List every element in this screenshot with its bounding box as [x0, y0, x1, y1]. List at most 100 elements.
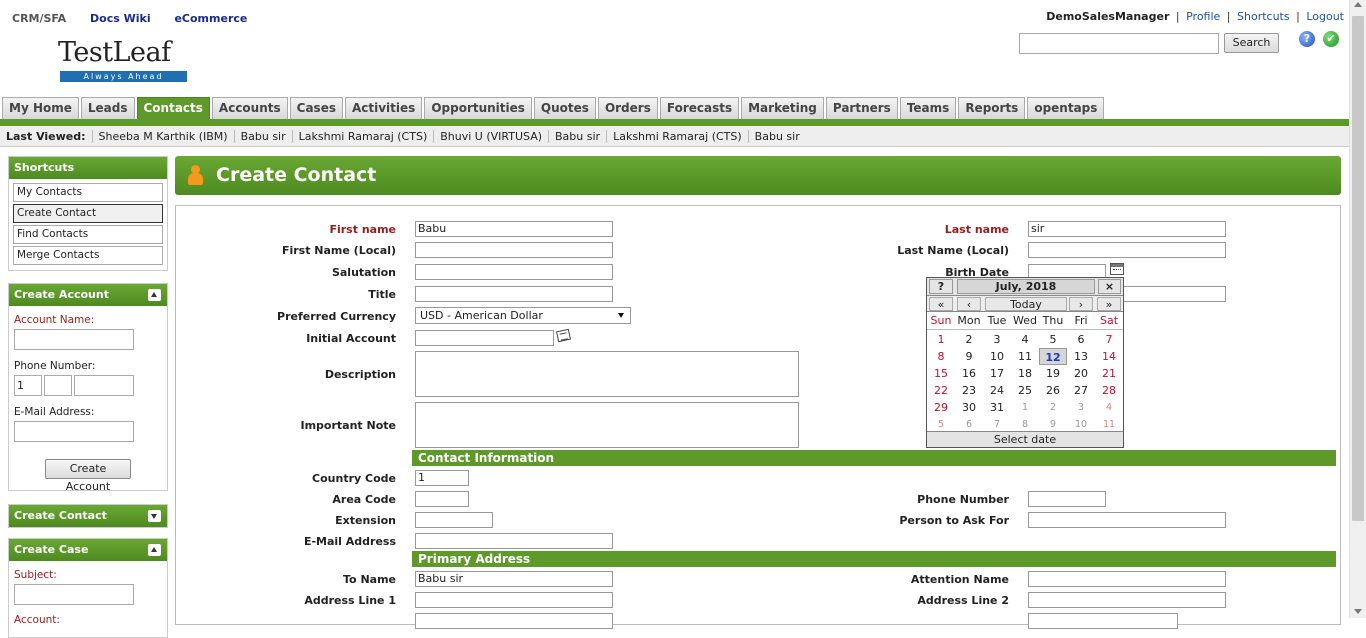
last-name-input[interactable]: sir	[1028, 221, 1226, 237]
app-name[interactable]: CRM/SFA	[12, 12, 66, 25]
calendar-day[interactable]: 2	[955, 331, 983, 348]
tab-leads[interactable]: Leads	[80, 97, 135, 119]
preferred-currency-select[interactable]: USD - American Dollar	[415, 307, 631, 324]
tab-quotes[interactable]: Quotes	[533, 97, 596, 119]
calendar-day[interactable]: 12	[1039, 348, 1067, 365]
attention-name-input[interactable]	[1028, 571, 1226, 587]
tab-reports[interactable]: Reports	[958, 97, 1026, 119]
calendar-day[interactable]: 24	[983, 382, 1011, 399]
calendar-day[interactable]: 3	[983, 331, 1011, 348]
calendar-day[interactable]: 9	[955, 348, 983, 365]
shortcut-find-contacts[interactable]: Find Contacts	[13, 225, 163, 244]
calendar-day[interactable]: 16	[955, 365, 983, 382]
shortcuts-link[interactable]: Shortcuts	[1237, 10, 1290, 23]
city-input[interactable]	[415, 613, 613, 629]
calendar-day[interactable]: 14	[1095, 348, 1123, 365]
important-note-textarea[interactable]	[415, 402, 799, 448]
phone-number-input[interactable]	[1028, 491, 1106, 507]
next-year-button[interactable]: »	[1097, 297, 1121, 311]
help-icon[interactable]: ?	[1299, 31, 1315, 47]
last-viewed-item[interactable]: Sheeba M Karthik (IBM)	[93, 129, 235, 143]
first-name-local-input[interactable]	[415, 242, 613, 258]
calendar-day[interactable]: 15	[927, 365, 955, 382]
docs-wiki-link[interactable]: Docs Wiki	[90, 12, 151, 25]
calendar-day[interactable]: 1	[927, 331, 955, 348]
tab-opentaps[interactable]: opentaps	[1027, 97, 1105, 119]
title-input[interactable]	[415, 286, 613, 302]
collapse-icon[interactable]	[148, 289, 161, 301]
to-name-input[interactable]: Babu sir	[415, 571, 613, 587]
tab-teams[interactable]: Teams	[899, 97, 957, 119]
calendar-day[interactable]: 4	[1011, 331, 1039, 348]
phone-country-input[interactable]: 1	[14, 375, 42, 396]
country-code-input[interactable]: 1	[415, 470, 469, 486]
create-account-button[interactable]: Create Account	[45, 459, 131, 493]
last-viewed-item[interactable]: Babu sir	[749, 130, 806, 143]
calendar-day[interactable]: 17	[983, 365, 1011, 382]
calendar-day[interactable]: 18	[1011, 365, 1039, 382]
tab-cases[interactable]: Cases	[289, 97, 343, 119]
next-month-button[interactable]: ›	[1069, 297, 1093, 311]
today-button[interactable]: Today	[985, 297, 1067, 311]
calendar-day-other-month[interactable]: 4	[1095, 399, 1123, 416]
calendar-help-button[interactable]: ?	[929, 279, 953, 294]
email-input[interactable]	[14, 421, 134, 442]
calendar-day-other-month[interactable]: 1	[1011, 399, 1039, 416]
address-line1-input[interactable]	[415, 592, 613, 608]
scroll-up-icon[interactable]	[1354, 2, 1362, 7]
phone-number-input[interactable]	[74, 375, 134, 396]
description-textarea[interactable]	[415, 351, 799, 397]
scroll-thumb[interactable]	[1352, 16, 1364, 521]
last-name-local-input[interactable]	[1028, 242, 1226, 258]
calendar-close-button[interactable]: ×	[1098, 279, 1121, 294]
tab-my-home[interactable]: My Home	[2, 97, 79, 119]
last-viewed-item[interactable]: Lakshmi Ramaraj (CTS)	[293, 129, 435, 143]
logout-link[interactable]: Logout	[1306, 10, 1344, 23]
calendar-day[interactable]: 23	[955, 382, 983, 399]
area-code-input[interactable]	[415, 491, 469, 507]
search-input[interactable]	[1019, 33, 1219, 54]
calendar-day[interactable]: 22	[927, 382, 955, 399]
scroll-down-icon[interactable]	[1354, 609, 1362, 614]
tab-activities[interactable]: Activities	[344, 97, 423, 119]
calendar-day[interactable]: 31	[983, 399, 1011, 416]
calendar-day[interactable]: 6	[1067, 331, 1095, 348]
last-viewed-item[interactable]: Babu sir	[549, 129, 608, 143]
tab-orders[interactable]: Orders	[597, 97, 658, 119]
calendar-day[interactable]: 29	[927, 399, 955, 416]
calendar-day[interactable]: 11	[1011, 348, 1039, 365]
subject-input[interactable]	[14, 584, 134, 605]
tab-accounts[interactable]: Accounts	[211, 97, 288, 119]
calendar-day[interactable]: 5	[1039, 331, 1067, 348]
calendar-day[interactable]: 19	[1039, 365, 1067, 382]
account-name-input[interactable]	[14, 329, 134, 350]
last-viewed-item[interactable]: Bhuvi U (VIRTUSA)	[434, 129, 550, 143]
calendar-day[interactable]: 27	[1067, 382, 1095, 399]
collapse-icon[interactable]	[148, 544, 161, 556]
calendar-day[interactable]: 13	[1067, 348, 1095, 365]
calendar-day[interactable]: 10	[983, 348, 1011, 365]
last-viewed-item[interactable]: Lakshmi Ramaraj (CTS)	[607, 129, 749, 143]
ecommerce-link[interactable]: eCommerce	[174, 12, 247, 25]
salutation-input[interactable]	[415, 264, 613, 280]
tab-forecasts[interactable]: Forecasts	[659, 97, 740, 119]
calendar-day[interactable]: 30	[955, 399, 983, 416]
postal-input[interactable]	[1028, 613, 1178, 629]
email-address-input[interactable]	[415, 533, 613, 549]
search-button[interactable]: Search	[1224, 33, 1279, 53]
person-to-ask-input[interactable]	[1028, 512, 1226, 528]
last-viewed-item[interactable]: Babu sir	[235, 129, 293, 143]
calendar-day[interactable]: 25	[1011, 382, 1039, 399]
calendar-day-other-month[interactable]: 2	[1039, 399, 1067, 416]
first-name-input[interactable]: Babu	[415, 221, 613, 237]
calendar-day[interactable]: 7	[1095, 331, 1123, 348]
extension-input[interactable]	[415, 512, 493, 528]
calendar-day[interactable]: 26	[1039, 382, 1067, 399]
phone-area-input[interactable]	[44, 375, 72, 396]
vertical-scrollbar[interactable]	[1349, 0, 1366, 618]
shortcut-my-contacts[interactable]: My Contacts	[13, 183, 163, 202]
calendar-day-other-month[interactable]: 3	[1067, 399, 1095, 416]
prev-month-button[interactable]: ‹	[957, 297, 981, 311]
shortcut-merge-contacts[interactable]: Merge Contacts	[13, 246, 163, 265]
shortcut-create-contact[interactable]: Create Contact	[13, 204, 163, 223]
